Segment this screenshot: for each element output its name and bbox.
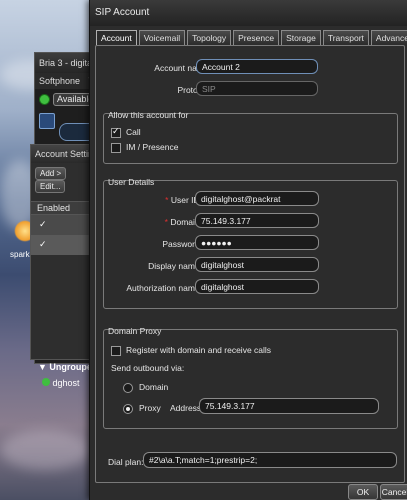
tab-storage[interactable]: Storage — [281, 30, 321, 45]
account-tab-panel: Account name: Account 2 Protocol: SIP Al… — [95, 45, 405, 483]
available-status-icon — [39, 93, 50, 105]
authorization-name-input[interactable]: digitalghost — [195, 279, 319, 294]
authorization-name-label: Authorization name: — [126, 283, 202, 293]
domain-proxy-title: Domain Proxy — [108, 326, 162, 336]
checkmark-icon: ✓ — [112, 126, 120, 136]
tab-voicemail[interactable]: Voicemail — [138, 30, 186, 45]
tab-topology[interactable]: Topology — [187, 30, 232, 45]
enabled-checkbox[interactable]: ✓ — [39, 219, 47, 230]
tab-advanced[interactable]: Advanced — [370, 30, 407, 45]
via-domain-label: Domain — [139, 382, 169, 392]
tab-transport[interactable]: Transport — [322, 30, 369, 45]
radio-selected-dot — [126, 407, 130, 411]
desktop-icon-label: spark — [10, 250, 30, 259]
display-name-label: Display name: — [148, 261, 202, 271]
dialpad-icon[interactable] — [39, 113, 55, 129]
contact-name: dghost — [52, 378, 80, 388]
call-label: Call — [126, 127, 141, 137]
protocol-field: SIP — [196, 81, 318, 96]
send-outbound-label: Send outbound via: — [111, 363, 185, 373]
via-proxy-radio[interactable] — [123, 404, 133, 414]
sky-cloud — [0, 430, 90, 470]
edit-button[interactable]: Edit... — [35, 180, 66, 193]
user-details-title: User Details — [108, 177, 155, 187]
proxy-address-input[interactable]: 75.149.3.177 — [199, 398, 379, 414]
contact-status-icon — [42, 378, 50, 386]
user-details-group: User Details * User ID: digitalghost@pac… — [103, 177, 398, 309]
via-domain-radio[interactable] — [123, 383, 133, 393]
enabled-checkbox[interactable]: ✓ — [39, 239, 47, 250]
menu-softphone[interactable]: Softphone — [39, 76, 80, 86]
account-name-input[interactable]: Account 2 — [196, 59, 318, 74]
display-name-input[interactable]: digitalghost — [195, 257, 319, 272]
tab-presence[interactable]: Presence — [233, 30, 280, 45]
password-input[interactable]: ●●●●●● — [195, 235, 319, 250]
cancel-button[interactable]: Cancel — [380, 484, 407, 500]
presence-value: Available — [57, 93, 94, 104]
sip-account-dialog[interactable]: SIP Account Account Voicemail Topology P… — [89, 0, 407, 500]
allow-group-title: Allow this account for — [108, 110, 189, 120]
add-button[interactable]: Add > — [35, 167, 67, 180]
user-id-input[interactable]: digitalghost@packrat — [195, 191, 319, 206]
register-checkbox[interactable] — [111, 346, 121, 356]
allow-account-group: Allow this account for ✓ Call IM / Prese… — [103, 110, 398, 164]
via-proxy-label: Proxy — [139, 403, 161, 413]
dialog-title: SIP Account — [90, 0, 407, 26]
call-checkbox[interactable]: ✓ — [111, 126, 121, 138]
dial-plan-input[interactable]: #2\a\a.T;match=1;prestrip=2; — [143, 452, 397, 468]
domain-proxy-group: Domain Proxy Register with domain and re… — [103, 326, 398, 429]
ok-button[interactable]: OK — [348, 484, 378, 500]
domain-input[interactable]: 75.149.3.177 — [195, 213, 319, 228]
im-presence-checkbox[interactable] — [111, 143, 121, 153]
dial-plan-label: Dial plan: — [108, 457, 144, 467]
tab-account[interactable]: Account — [96, 30, 137, 45]
im-presence-label: IM / Presence — [126, 142, 179, 152]
register-label: Register with domain and receive calls — [126, 345, 272, 355]
tab-bar: Account Voicemail Topology Presence Stor… — [96, 30, 407, 45]
